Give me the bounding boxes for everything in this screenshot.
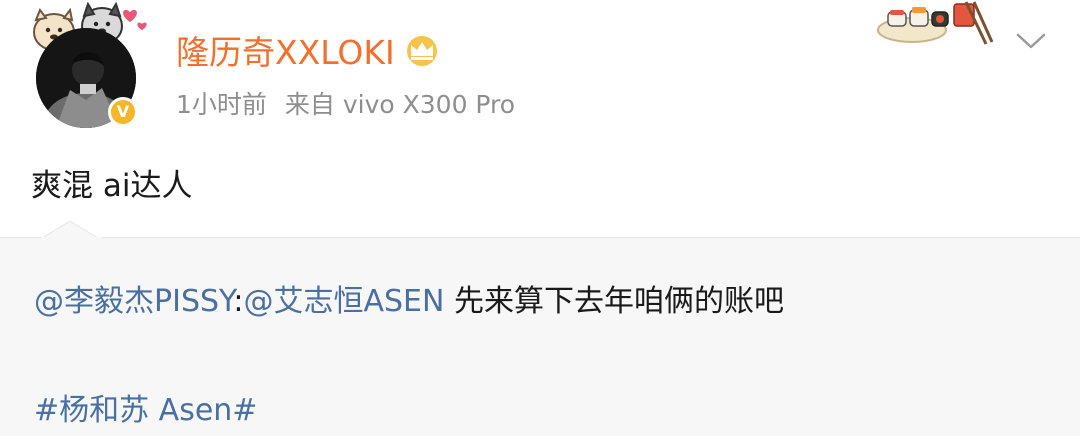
author-name-row: 隆历奇XXLOKI [176, 28, 441, 72]
post-time: 1小时前 [176, 90, 267, 119]
hashtag-link[interactable]: #杨和苏 Asen# [34, 385, 257, 429]
sushi-decoration-icon [877, 1, 994, 45]
repost-text: @李毅杰PISSY:@艾志恒ASEN 先来算下去年咱俩的账吧 [34, 276, 784, 320]
chevron-down-icon[interactable] [1014, 30, 1048, 52]
mention-link[interactable]: @艾志恒ASEN [243, 284, 444, 319]
mention-link[interactable]: @李毅杰PISSY [34, 284, 233, 319]
author-username[interactable]: 隆历奇XXLOKI [176, 26, 395, 74]
repost-notch [42, 221, 102, 239]
crown-icon [406, 36, 437, 66]
post-header: V 隆历奇XXLOKI 1小时前 来自 vivo X300 Pro [0, 0, 1080, 135]
post-source: 来自 vivo X300 Pro [284, 90, 516, 119]
verified-badge-icon: V [108, 97, 138, 127]
repost-separator: : [233, 284, 244, 319]
repost-body: 先来算下去年咱俩的账吧 [444, 284, 784, 319]
author-avatar-area[interactable]: V [18, 2, 148, 130]
post-body-text: 爽混 ai达人 [31, 168, 193, 204]
post-meta: 1小时前 来自 vivo X300 Pro [176, 86, 515, 120]
